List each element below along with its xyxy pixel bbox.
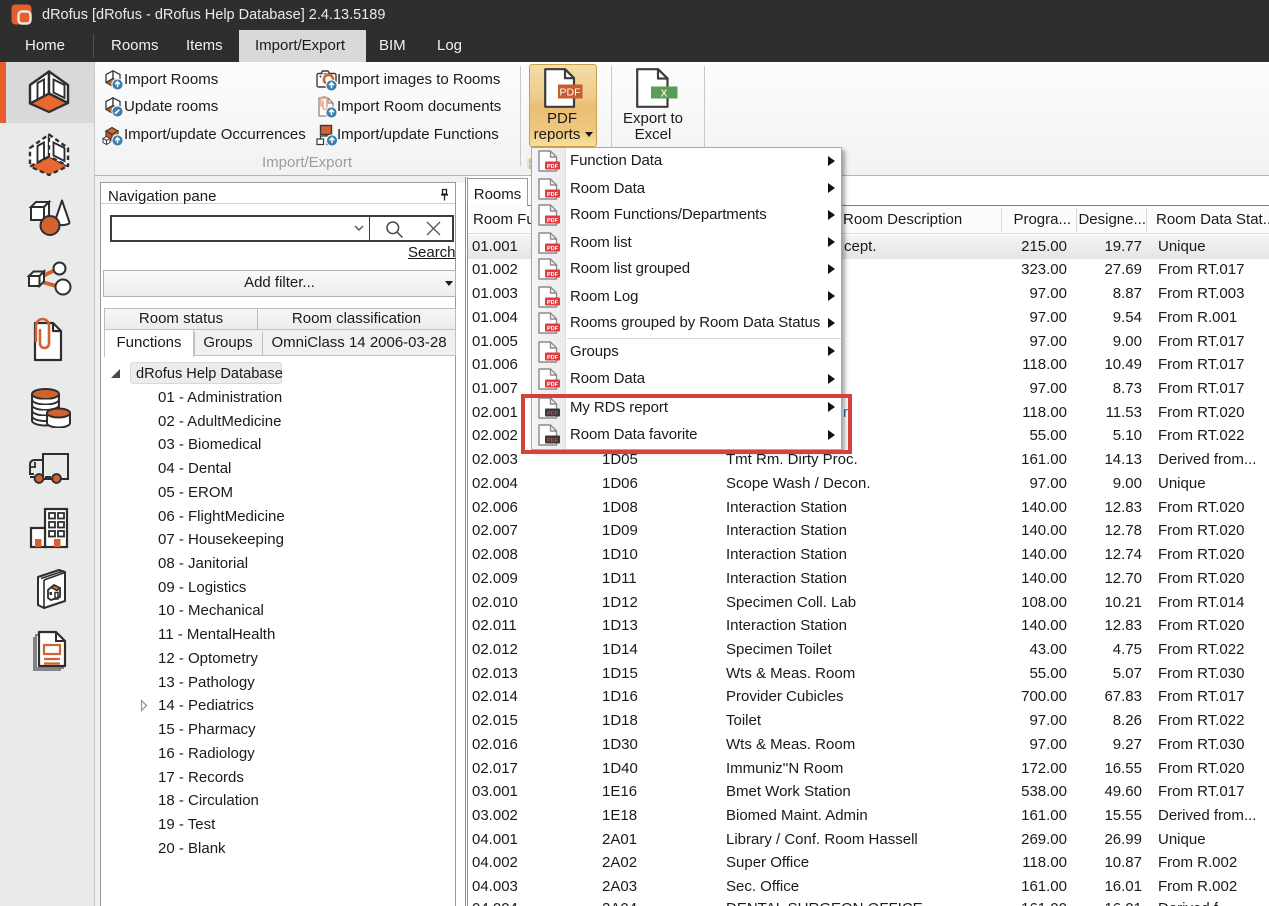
svg-text:PDF: PDF — [547, 246, 559, 252]
svg-text:PDF: PDF — [547, 164, 559, 170]
svg-text:PDF: PDF — [547, 192, 559, 198]
svg-text:PDF: PDF — [547, 382, 559, 388]
svg-text:X: X — [661, 88, 668, 99]
svg-text:PDF: PDF — [547, 355, 559, 361]
svg-text:PDF: PDF — [547, 326, 559, 332]
svg-text:PDF: PDF — [547, 272, 559, 278]
svg-text:PDF: PDF — [547, 300, 559, 306]
svg-text:PDF: PDF — [547, 218, 559, 224]
svg-text:PDF: PDF — [560, 87, 581, 99]
